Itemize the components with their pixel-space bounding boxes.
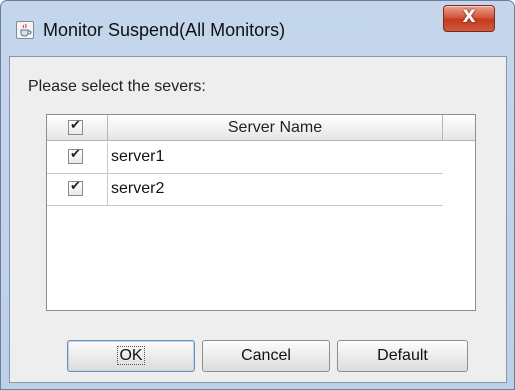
column-header-server-name[interactable]: Server Name <box>108 115 443 141</box>
server2-checkbox[interactable] <box>68 179 83 196</box>
close-button[interactable]: X <box>443 5 495 32</box>
title-bar[interactable]: Monitor Suspend(All Monitors) X <box>1 1 514 51</box>
table-row[interactable]: server2 <box>47 174 443 206</box>
server-table: Server Name server1 server2 <box>46 114 476 311</box>
ok-button-label: OK <box>117 346 145 365</box>
server1-checkbox[interactable] <box>68 147 83 164</box>
table-row[interactable]: server1 <box>47 142 443 174</box>
header-filler <box>443 115 475 141</box>
window-title: Monitor Suspend(All Monitors) <box>43 20 286 40</box>
java-cup-icon[interactable] <box>16 21 34 39</box>
row-check-cell[interactable] <box>47 174 108 205</box>
close-icon: X <box>462 7 476 27</box>
header-check-cell[interactable] <box>47 115 108 141</box>
server-name-cell: server2 <box>111 180 165 197</box>
prompt-label: Please select the severs: <box>28 78 206 95</box>
server-name-cell: server1 <box>111 148 165 165</box>
ok-button[interactable]: OK <box>67 340 195 372</box>
default-button[interactable]: Default <box>337 340 468 372</box>
row-check-cell[interactable] <box>47 142 108 173</box>
cancel-button[interactable]: Cancel <box>202 340 330 372</box>
select-all-checkbox[interactable] <box>68 118 83 135</box>
